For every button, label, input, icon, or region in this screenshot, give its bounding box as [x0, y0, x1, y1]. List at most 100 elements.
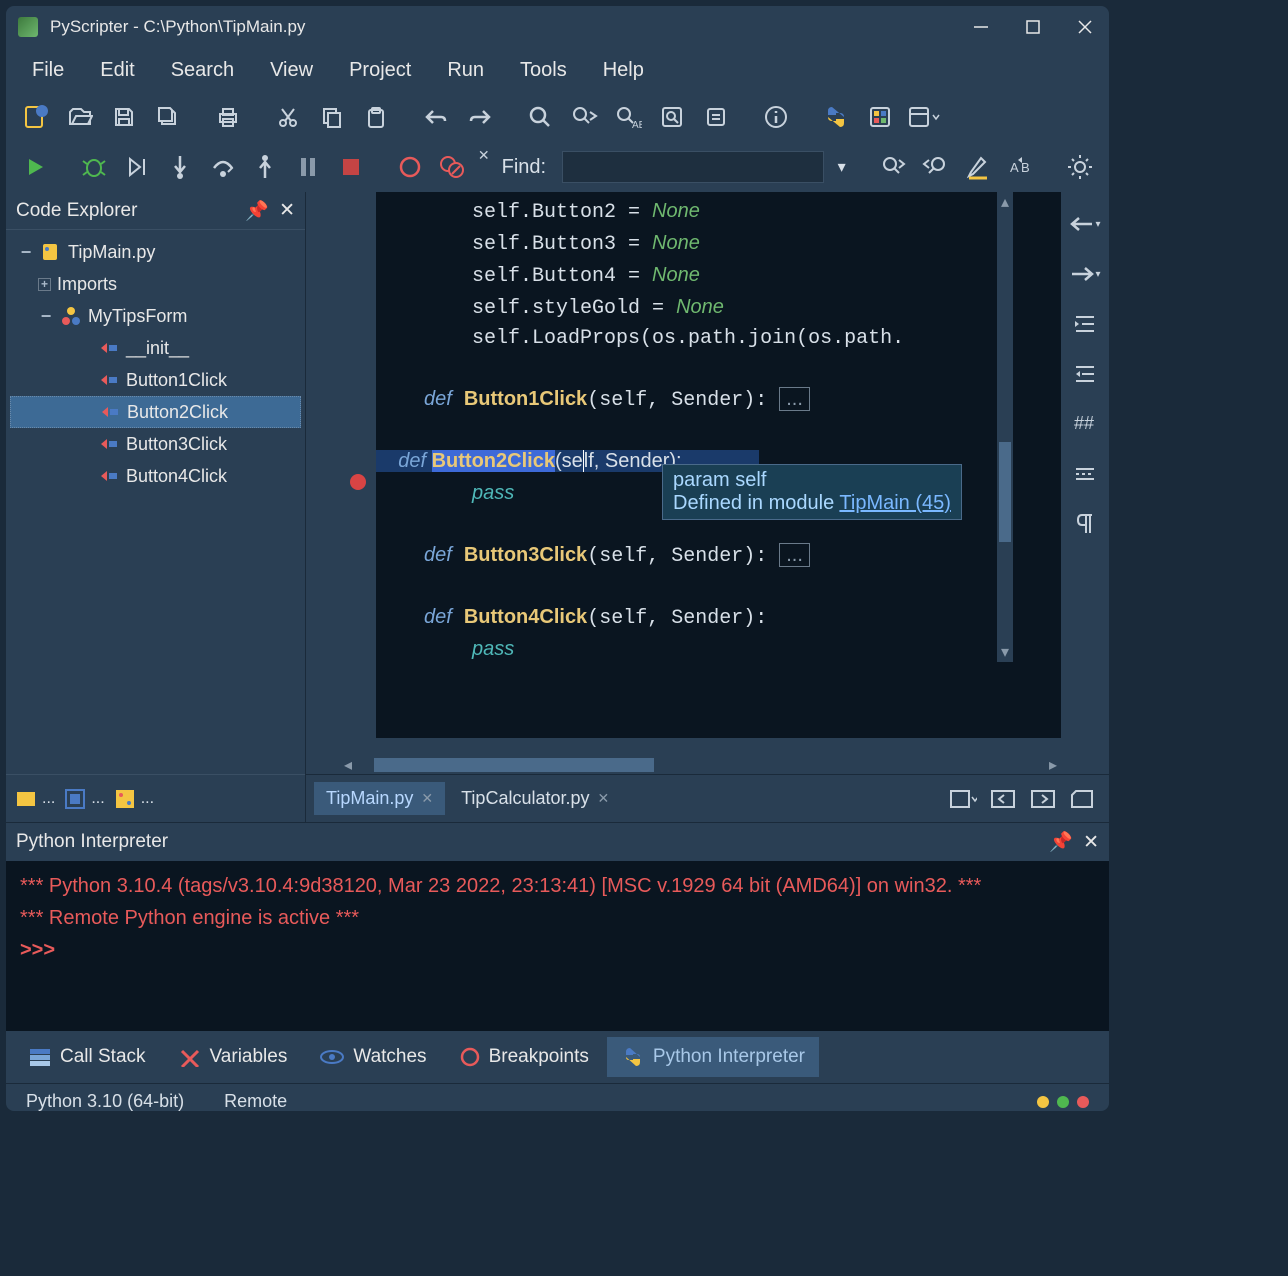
find-in-files-icon[interactable]: [654, 99, 690, 135]
bottom-tab-breakpoints[interactable]: Breakpoints: [445, 1038, 603, 1076]
svg-text:B: B: [1021, 160, 1030, 175]
interpreter-output[interactable]: *** Python 3.10.4 (tags/v3.10.4:9d38120,…: [6, 861, 1109, 1031]
interpreter-title: Python Interpreter: [16, 831, 1049, 853]
copy-icon[interactable]: [314, 99, 350, 135]
tooltip-link[interactable]: TipMain (45): [839, 492, 951, 514]
tree-method-label: Button1Click: [126, 370, 227, 391]
pause-icon[interactable]: [291, 149, 326, 185]
menu-search[interactable]: Search: [153, 53, 252, 88]
menu-view[interactable]: View: [252, 53, 331, 88]
breakpoints-clear-icon[interactable]: [435, 149, 470, 185]
tab-close-icon[interactable]: ✕: [421, 790, 433, 807]
find-next-icon[interactable]: [875, 149, 910, 185]
tab-next-icon[interactable]: [1025, 781, 1061, 817]
search-next-icon[interactable]: [566, 99, 602, 135]
highlight-icon[interactable]: [961, 149, 996, 185]
vertical-scrollbar[interactable]: ▴ ▾: [997, 192, 1013, 662]
app-logo-icon: [18, 17, 38, 37]
svg-text:AB: AB: [632, 120, 642, 130]
minimize-button[interactable]: [969, 15, 993, 39]
menu-run[interactable]: Run: [429, 53, 502, 88]
tab-prev-icon[interactable]: [985, 781, 1021, 817]
find-input[interactable]: [562, 151, 824, 183]
save-all-icon[interactable]: [150, 99, 186, 135]
bottom-tab-watches[interactable]: Watches: [305, 1038, 440, 1076]
find-prev-icon[interactable]: [918, 149, 953, 185]
replace-icon[interactable]: AB: [610, 99, 646, 135]
cut-icon[interactable]: [270, 99, 306, 135]
run-to-cursor-icon[interactable]: [119, 149, 154, 185]
tab-label: TipCalculator.py: [461, 788, 589, 809]
breakpoint-toggle-icon[interactable]: [392, 149, 427, 185]
info-icon[interactable]: [758, 99, 794, 135]
nav-back-icon[interactable]: ▾: [1067, 206, 1103, 242]
tab-list-icon[interactable]: [945, 781, 981, 817]
menu-help[interactable]: Help: [585, 53, 662, 88]
menu-file[interactable]: File: [14, 53, 82, 88]
window-title: PyScripter - C:\Python\TipMain.py: [50, 17, 969, 37]
comment-icon[interactable]: ##: [1067, 406, 1103, 442]
close-button[interactable]: [1073, 15, 1097, 39]
step-over-icon[interactable]: [205, 149, 240, 185]
tree-method[interactable]: __init__: [10, 332, 301, 364]
outdent-icon[interactable]: [1067, 356, 1103, 392]
tree-class[interactable]: − MyTipsForm: [10, 300, 301, 332]
editor-tab[interactable]: TipCalculator.py ✕: [449, 782, 621, 815]
paragraph-icon[interactable]: [1067, 506, 1103, 542]
find-dropdown-icon[interactable]: ▾: [832, 151, 851, 183]
replace-next-icon[interactable]: AB: [1004, 149, 1039, 185]
menu-edit[interactable]: Edit: [82, 53, 152, 88]
tree-method[interactable]: Button4Click: [10, 460, 301, 492]
tree-root[interactable]: − TipMain.py: [10, 236, 301, 268]
layout-dropdown-icon[interactable]: [906, 99, 942, 135]
uncomment-icon[interactable]: [1067, 456, 1103, 492]
tab-close-icon[interactable]: ✕: [598, 790, 610, 807]
indent-icon[interactable]: [1067, 306, 1103, 342]
menu-project[interactable]: Project: [331, 53, 429, 88]
code-editor[interactable]: + − + − self.Button2 = None self.Button3…: [376, 192, 1061, 738]
tree-method[interactable]: Button3Click: [10, 428, 301, 460]
horizontal-scrollbar[interactable]: ◂ ▸: [344, 756, 1061, 774]
ce-tab-structure[interactable]: ...: [113, 787, 154, 811]
redo-icon[interactable]: [462, 99, 498, 135]
save-icon[interactable]: [106, 99, 142, 135]
print-icon[interactable]: [210, 99, 246, 135]
python-logo-icon[interactable]: [818, 99, 854, 135]
nav-forward-icon[interactable]: ▾: [1067, 256, 1103, 292]
step-into-icon[interactable]: [162, 149, 197, 185]
close-panel-icon[interactable]: ✕: [1083, 831, 1099, 854]
pin-icon[interactable]: 📌: [245, 199, 269, 223]
tree-class-label: MyTipsForm: [88, 306, 187, 327]
menu-tools[interactable]: Tools: [502, 53, 585, 88]
bottom-tab-variables[interactable]: Variables: [164, 1038, 302, 1076]
maximize-button[interactable]: [1021, 15, 1045, 39]
ce-tab-project[interactable]: ...: [63, 787, 104, 811]
search-icon[interactable]: [522, 99, 558, 135]
breakpoint-icon[interactable]: [350, 474, 366, 490]
tooltip-line2a: Defined in module: [673, 492, 839, 514]
undo-icon[interactable]: [418, 99, 454, 135]
new-file-icon[interactable]: [18, 99, 54, 135]
tab-label: Python Interpreter: [653, 1046, 805, 1068]
debug-icon[interactable]: [77, 149, 112, 185]
tree-method-label: __init__: [126, 338, 189, 359]
tree-imports[interactable]: + Imports: [10, 268, 301, 300]
open-icon[interactable]: [62, 99, 98, 135]
pin-icon[interactable]: 📌: [1049, 830, 1073, 854]
ce-tab-files[interactable]: ...: [14, 787, 55, 811]
run-icon[interactable]: [18, 149, 53, 185]
step-out-icon[interactable]: [248, 149, 283, 185]
bottom-tab-callstack[interactable]: Call Stack: [14, 1038, 160, 1076]
interp-line: *** Python 3.10.4 (tags/v3.10.4:9d38120,…: [20, 875, 981, 897]
palette-icon[interactable]: [862, 99, 898, 135]
bottom-tab-interpreter[interactable]: Python Interpreter: [607, 1037, 819, 1077]
close-panel-icon[interactable]: ✕: [279, 199, 295, 222]
hover-tooltip: param self Defined in module TipMain (45…: [662, 464, 962, 520]
goto-icon[interactable]: [698, 99, 734, 135]
tree-method-selected[interactable]: Button2Click: [10, 396, 301, 428]
stop-icon[interactable]: [334, 149, 369, 185]
find-options-icon[interactable]: [1062, 149, 1097, 185]
close-find-icon[interactable]: ✕: [478, 137, 490, 173]
paste-icon[interactable]: [358, 99, 394, 135]
tree-method[interactable]: Button1Click: [10, 364, 301, 396]
